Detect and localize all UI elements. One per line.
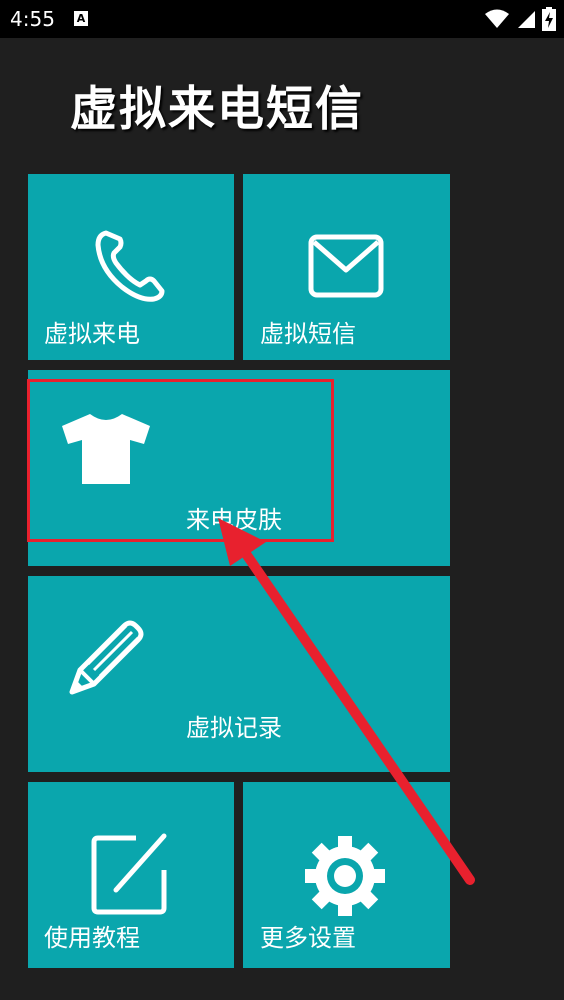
tile-virtual-records-label: 虚拟记录 (186, 714, 282, 742)
edit-icon (91, 833, 167, 915)
wifi-icon (485, 9, 509, 28)
envelope-icon (308, 234, 384, 298)
notification-a-icon: A (74, 11, 88, 26)
tile-virtual-call-label: 虚拟来电 (44, 320, 140, 348)
highlight-box (27, 379, 334, 542)
tile-virtual-sms-label: 虚拟短信 (260, 320, 356, 348)
signal-icon (518, 11, 535, 28)
pencil-icon (69, 620, 144, 695)
tile-tutorial-label: 使用教程 (44, 924, 140, 952)
status-bar: 4:55 A (0, 0, 564, 38)
tile-virtual-records[interactable]: 虚拟记录 (28, 576, 450, 772)
tile-tutorial[interactable]: 使用教程 (28, 782, 234, 968)
tile-virtual-call[interactable]: 虚拟来电 (28, 174, 234, 360)
tile-more-settings-label: 更多设置 (260, 924, 356, 952)
status-icons (484, 6, 556, 32)
tile-more-settings[interactable]: 更多设置 (243, 782, 450, 968)
app-title: 虚拟来电短信 (70, 82, 364, 137)
gear-icon (305, 836, 385, 916)
battery-charging-icon (542, 7, 556, 31)
status-time: 4:55 (10, 7, 55, 31)
tile-virtual-sms[interactable]: 虚拟短信 (243, 174, 450, 360)
phone-icon (95, 230, 165, 302)
